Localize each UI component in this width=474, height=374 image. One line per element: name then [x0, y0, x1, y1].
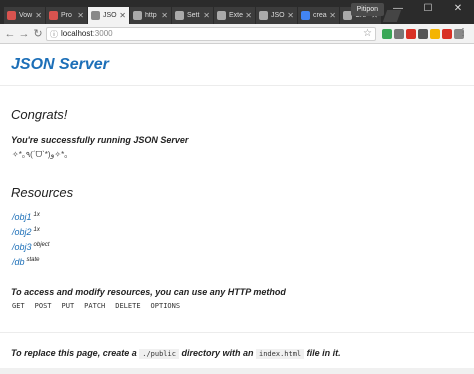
resource-note: state [26, 257, 40, 263]
extension-icon[interactable] [442, 29, 452, 39]
tab-favicon-icon [175, 11, 184, 20]
profile-button[interactable]: Pitipon [350, 3, 384, 16]
extension-icon[interactable] [382, 29, 392, 39]
tab-close-icon[interactable]: ✕ [35, 11, 42, 20]
method-patch: PATCH [84, 302, 106, 310]
tab-favicon-icon [49, 11, 58, 20]
congrats-text: You're successfully running JSON Server [11, 135, 189, 145]
tab-label: Pro [61, 12, 72, 19]
maximize-button[interactable]: ☐ [414, 0, 442, 18]
footer-text-part: directory with an [181, 348, 254, 358]
congrats-heading: Congrats! [11, 107, 68, 122]
info-icon[interactable]: ⓘ [50, 29, 58, 40]
tab-close-icon[interactable]: ✕ [161, 11, 168, 20]
back-arrow-icon[interactable]: ← [3, 27, 17, 41]
tab-label: JSO [271, 12, 285, 19]
resource-note: object [33, 242, 50, 248]
tab-label: Vow [19, 12, 33, 19]
resource-path[interactable]: /db [12, 257, 25, 267]
title-bar: Vow✕Pro✕JSO✕http✕Sett✕Exte✕JSO✕crea✕Cre✕… [0, 0, 474, 24]
logo[interactable]: JSON Server [11, 56, 109, 74]
method-put: PUT [61, 302, 75, 310]
divider [0, 85, 474, 86]
tab-favicon-icon [301, 11, 310, 20]
bookmark-star-icon[interactable]: ☆ [363, 28, 372, 39]
browser-tab[interactable]: http ✕ [130, 7, 172, 24]
method-delete: DELETE [115, 302, 141, 310]
footer-text: To replace this page, create a ./public … [11, 348, 341, 359]
extension-icon[interactable] [394, 29, 404, 39]
forward-arrow-icon[interactable]: → [17, 27, 31, 41]
horizontal-scrollbar[interactable] [0, 368, 474, 374]
resource-note: 1x [33, 212, 40, 218]
browser-tab[interactable]: Sett ✕ [172, 7, 214, 24]
page-content: JSON Server Congrats! You're successfull… [0, 45, 474, 374]
browser-toolbar: ← → ↻ ⓘ localhost:3000 ☆ ⋮ [0, 24, 474, 44]
tab-favicon-icon [259, 11, 268, 20]
url-text: localhost:3000 [61, 29, 113, 38]
resource-path[interactable]: /obj2 [12, 227, 32, 237]
method-get: GET [12, 302, 25, 310]
resource-link-obj1[interactable]: /obj1 1x [12, 212, 40, 222]
tab-close-icon[interactable]: ✕ [287, 11, 294, 20]
browser-tab[interactable]: Pro ✕ [46, 7, 88, 24]
footer-text-part: To replace this page, create a [11, 348, 137, 358]
url-host: localhost [61, 29, 93, 38]
extension-icon[interactable] [418, 29, 428, 39]
resource-link-obj2[interactable]: /obj2 1x [12, 227, 40, 237]
tab-close-icon[interactable]: ✕ [329, 11, 336, 20]
tab-close-icon[interactable]: ✕ [245, 11, 252, 20]
tab-label: JSO [103, 12, 117, 19]
footer-code-index: index.html [256, 349, 305, 359]
menu-icon[interactable]: ⋮ [458, 28, 468, 38]
browser-tab[interactable]: Exte ✕ [214, 7, 256, 24]
url-port: :3000 [92, 29, 113, 38]
method-options: OPTIONS [150, 302, 181, 310]
close-window-button[interactable]: ✕ [444, 0, 472, 18]
tab-close-icon[interactable]: ✕ [77, 11, 84, 20]
methods-list: GET POST PUT PATCH DELETE OPTIONS [12, 302, 190, 310]
tab-label: crea [313, 12, 327, 19]
minimize-button[interactable]: — [384, 0, 412, 18]
methods-text: To access and modify resources, you can … [11, 287, 286, 297]
footer-text-part: file in it. [306, 348, 341, 358]
resource-link-obj3[interactable]: /obj3 object [12, 242, 50, 252]
resource-path[interactable]: /obj3 [12, 242, 32, 252]
tab-favicon-icon [91, 11, 100, 20]
address-bar[interactable]: ⓘ localhost:3000 ☆ [46, 27, 376, 41]
tab-strip: Vow✕Pro✕JSO✕http✕Sett✕Exte✕JSO✕crea✕Cre✕ [4, 7, 402, 24]
browser-tab[interactable]: Vow ✕ [4, 7, 46, 24]
resources-heading: Resources [11, 185, 74, 200]
extension-icon[interactable] [406, 29, 416, 39]
tab-favicon-icon [133, 11, 142, 20]
footer-divider [0, 332, 474, 333]
tab-close-icon[interactable]: ✕ [119, 11, 126, 20]
tab-close-icon[interactable]: ✕ [203, 11, 210, 20]
resource-link-db[interactable]: /db state [12, 257, 40, 267]
resource-note: 1x [33, 227, 40, 233]
tab-label: http [145, 12, 157, 19]
resource-path[interactable]: /obj1 [12, 212, 32, 222]
reload-icon[interactable]: ↻ [31, 27, 45, 41]
tab-favicon-icon [217, 11, 226, 20]
method-post: POST [34, 302, 52, 310]
browser-tab[interactable]: JSO ✕ [88, 7, 130, 24]
tab-favicon-icon [7, 11, 16, 20]
footer-code-public: ./public [139, 349, 179, 359]
tab-label: Sett [187, 12, 200, 19]
kaomoji: ✧*｡٩(ˊᗜˋ*)و✧*｡ [12, 150, 69, 159]
browser-tab[interactable]: crea ✕ [298, 7, 340, 24]
extension-icon[interactable] [430, 29, 440, 39]
tab-label: Exte [229, 12, 244, 19]
browser-tab[interactable]: JSO ✕ [256, 7, 298, 24]
